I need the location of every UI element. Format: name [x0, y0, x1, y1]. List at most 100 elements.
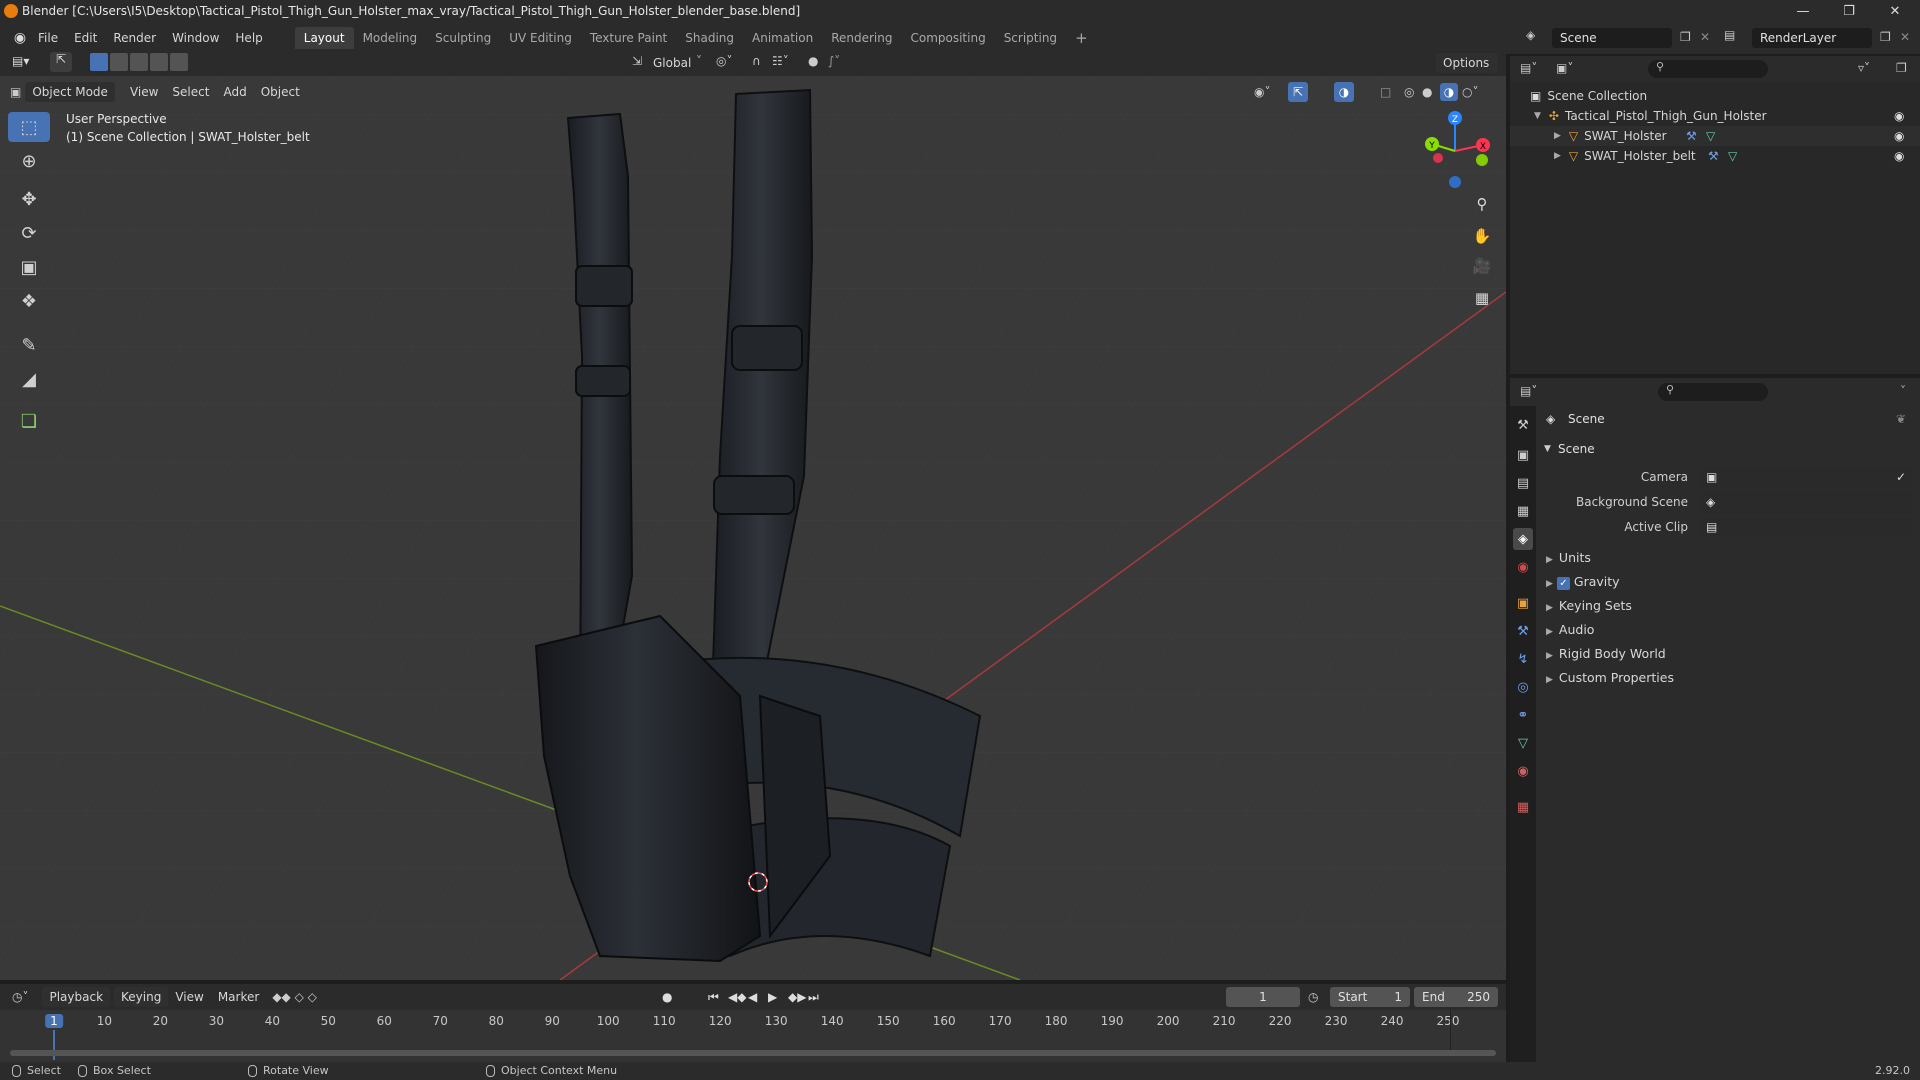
- play-icon[interactable]: ▶: [768, 990, 777, 1004]
- mesh-data-icon[interactable]: ▽: [1728, 149, 1737, 163]
- overlays-toggle-icon[interactable]: ◑: [1334, 82, 1354, 102]
- tab-sculpting[interactable]: Sculpting: [426, 27, 500, 49]
- select-mode-extend-icon[interactable]: [110, 53, 128, 71]
- editor-type-icon[interactable]: ▤▾: [12, 54, 29, 68]
- transform-tool[interactable]: ❖: [8, 286, 50, 316]
- viewport-menu-view[interactable]: View: [123, 82, 165, 102]
- display-mode-icon[interactable]: ▣˅: [1556, 61, 1573, 75]
- scale-tool[interactable]: ▣: [8, 252, 50, 282]
- shading-wireframe-icon[interactable]: ◎: [1404, 85, 1414, 99]
- background-scene-field[interactable]: ◈: [1700, 493, 1912, 513]
- timeline-menu-marker[interactable]: Marker: [211, 987, 266, 1007]
- menu-file[interactable]: File: [30, 27, 66, 49]
- timeline-menu-view[interactable]: View: [168, 987, 210, 1007]
- menu-edit[interactable]: Edit: [66, 27, 105, 49]
- keyframe-icons[interactable]: ◆◆ ◇ ◇: [272, 990, 317, 1004]
- outliner-row-object[interactable]: ▶ ▽ SWAT_Holster_belt ⚒ ▽ ◉: [1510, 146, 1920, 166]
- outliner-row-scene-collection[interactable]: ▣ Scene Collection: [1510, 86, 1920, 106]
- select-mode-subtract-icon[interactable]: [130, 53, 148, 71]
- audio-section[interactable]: ▶ Audio: [1546, 622, 1594, 637]
- annotate-tool[interactable]: ✎: [8, 330, 50, 360]
- delete-scene-icon[interactable]: ✕: [1700, 30, 1710, 44]
- tab-shading[interactable]: Shading: [676, 27, 743, 49]
- output-tab-icon[interactable]: ▤: [1513, 472, 1533, 494]
- timeline-editor-type-icon[interactable]: ◷˅: [12, 990, 28, 1004]
- delete-renderlayer-icon[interactable]: ✕: [1900, 30, 1910, 44]
- constraints-tab-icon[interactable]: ⚭: [1513, 704, 1533, 726]
- renderlayer-icon[interactable]: ▤: [1724, 28, 1735, 42]
- outliner-row-object[interactable]: ▶ ▽ SWAT_Holster ⚒ ▽ ◉: [1510, 126, 1920, 146]
- jump-end-icon[interactable]: ⏭: [808, 990, 819, 1005]
- camera-field[interactable]: ▣ ✓: [1700, 468, 1912, 488]
- menu-window[interactable]: Window: [164, 27, 227, 49]
- properties-options-chevron-icon[interactable]: ˅: [1900, 384, 1906, 398]
- expand-chevron-icon[interactable]: ▶: [1554, 151, 1561, 161]
- visibility-eye-icon[interactable]: ◉: [1894, 149, 1904, 163]
- pan-hand-icon[interactable]: ✋: [1468, 222, 1496, 250]
- pivot-point-icon[interactable]: ◎˅: [716, 54, 732, 68]
- active-tool-icon[interactable]: ⇱: [50, 52, 72, 72]
- expand-chevron-icon[interactable]: ▶: [1554, 131, 1561, 141]
- modifier-wrench-icon[interactable]: ⚒: [1708, 149, 1719, 163]
- shading-material-icon[interactable]: ◑: [1440, 83, 1458, 101]
- end-frame-field[interactable]: End 250: [1414, 987, 1498, 1007]
- auto-keying-icon[interactable]: ●: [662, 990, 672, 1004]
- keying-dropdown[interactable]: Keying: [114, 987, 169, 1007]
- active-clip-field[interactable]: ▤: [1700, 518, 1912, 538]
- perspective-toggle-icon[interactable]: ▦: [1468, 284, 1496, 312]
- menu-render[interactable]: Render: [105, 27, 164, 49]
- preview-range-icon[interactable]: ◷: [1308, 990, 1318, 1004]
- outliner-search-input[interactable]: ⚲: [1648, 60, 1768, 78]
- start-frame-field[interactable]: Start 1: [1330, 987, 1410, 1007]
- close-icon[interactable]: ✕: [1872, 0, 1918, 22]
- viewport-menu-object[interactable]: Object: [254, 82, 307, 102]
- world-tab-icon[interactable]: ◉: [1513, 556, 1533, 578]
- tab-texture-paint[interactable]: Texture Paint: [581, 27, 676, 49]
- tab-layout[interactable]: Layout: [294, 27, 354, 49]
- physics-tab-icon[interactable]: ◎: [1513, 676, 1533, 698]
- keying-sets-section[interactable]: ▶ Keying Sets: [1546, 598, 1632, 613]
- tab-animation[interactable]: Animation: [743, 27, 822, 49]
- select-box-tool[interactable]: ⬚: [8, 112, 50, 142]
- visibility-eye-icon[interactable]: ◉: [1894, 109, 1904, 123]
- new-collection-icon[interactable]: ❐: [1896, 61, 1907, 75]
- prev-keyframe-icon[interactable]: ◀◆: [728, 990, 746, 1004]
- cursor-tool[interactable]: ⊕: [8, 146, 50, 176]
- current-frame-field[interactable]: 1: [1226, 987, 1300, 1007]
- tab-uv-editing[interactable]: UV Editing: [500, 27, 581, 49]
- data-tab-icon[interactable]: ▽: [1513, 732, 1533, 754]
- visibility-filter-icon[interactable]: ◉˅: [1254, 85, 1270, 99]
- measure-tool[interactable]: ◢: [8, 364, 50, 394]
- scene-type-icon[interactable]: ◈: [1526, 28, 1535, 42]
- mesh-data-icon[interactable]: ▽: [1706, 129, 1715, 143]
- renderlayer-selector[interactable]: RenderLayer: [1752, 28, 1872, 48]
- scene-selector[interactable]: Scene: [1552, 28, 1672, 48]
- gravity-section[interactable]: ▶ ✓ Gravity: [1546, 574, 1620, 590]
- eyedropper-icon[interactable]: ✓: [1896, 470, 1906, 484]
- camera-view-icon[interactable]: 🎥: [1468, 252, 1496, 280]
- play-reverse-icon[interactable]: ◀: [748, 990, 757, 1004]
- view-layer-tab-icon[interactable]: ▦: [1513, 500, 1533, 522]
- new-scene-icon[interactable]: ❐: [1680, 30, 1691, 44]
- snap-target-icon[interactable]: ☷˅: [772, 54, 789, 68]
- snap-icon[interactable]: ∩: [752, 54, 761, 68]
- xray-toggle-icon[interactable]: □: [1380, 85, 1391, 99]
- filter-icon[interactable]: ▿˅: [1858, 61, 1870, 75]
- render-tab-icon[interactable]: ▣: [1513, 444, 1533, 466]
- scene-panel-title[interactable]: Scene: [1558, 442, 1595, 456]
- units-section[interactable]: ▶ Units: [1546, 550, 1591, 565]
- rigid-body-world-section[interactable]: ▶ Rigid Body World: [1546, 646, 1666, 661]
- viewport-menu-add[interactable]: Add: [216, 82, 253, 102]
- select-mode-intersect-icon[interactable]: [170, 53, 188, 71]
- timeline-scrollbar[interactable]: [10, 1050, 1496, 1056]
- add-workspace-icon[interactable]: +: [1066, 27, 1097, 49]
- custom-properties-section[interactable]: ▶ Custom Properties: [1546, 670, 1674, 685]
- tab-modeling[interactable]: Modeling: [354, 27, 427, 49]
- 3d-viewport[interactable]: ▣ Object Mode View Select Add Object ◉˅ …: [0, 56, 1506, 980]
- options-dropdown[interactable]: Options: [1436, 53, 1498, 73]
- modifier-tab-icon[interactable]: ⚒: [1513, 620, 1533, 642]
- select-mode-invert-icon[interactable]: [150, 53, 168, 71]
- particles-tab-icon[interactable]: ↯: [1513, 648, 1533, 670]
- outliner-editor-type-icon[interactable]: ▤˅: [1520, 61, 1537, 75]
- menu-help[interactable]: Help: [227, 27, 270, 49]
